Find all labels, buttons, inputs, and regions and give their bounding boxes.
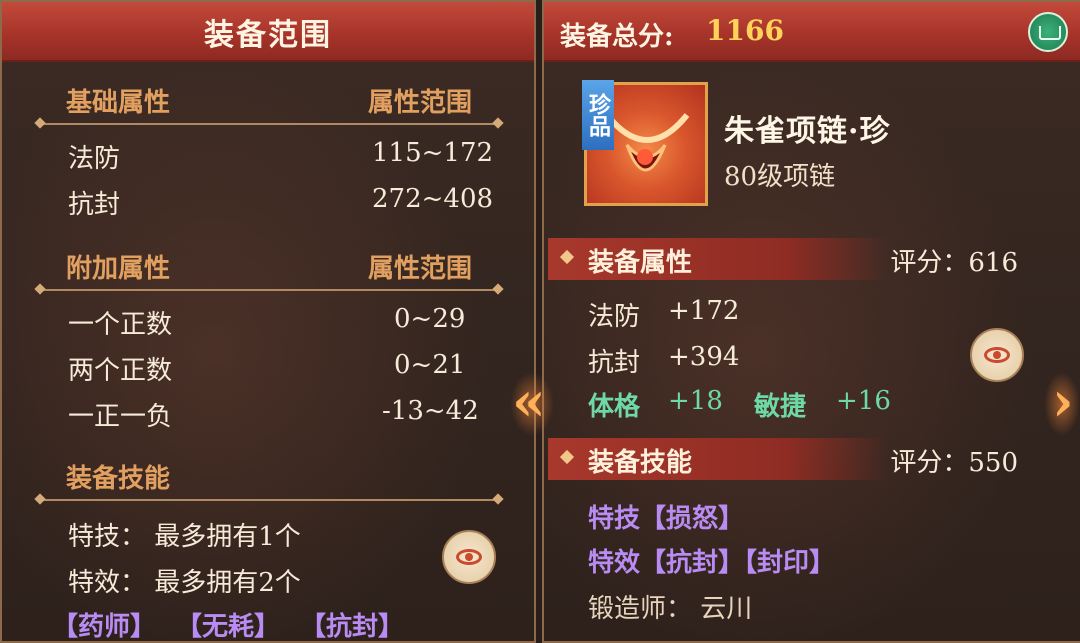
section-band: 装备技能	[548, 438, 888, 480]
section-band: 装备属性	[548, 238, 888, 280]
divider	[38, 499, 500, 501]
extra-range-heading: 属性范围	[368, 254, 473, 284]
diamond-icon	[559, 449, 575, 465]
total-score-value: 1166	[706, 14, 784, 47]
total-score-label: 装备总分:	[560, 22, 674, 52]
attr-range: 0~29	[394, 304, 466, 334]
attr-range: 0~21	[394, 350, 466, 380]
skill-section-title: 装备技能	[588, 448, 693, 478]
box-icon[interactable]	[1028, 12, 1068, 52]
special-skill: 特技【损怒】	[588, 504, 745, 534]
basic-attr-heading: 基础属性	[66, 88, 171, 118]
basic-range-heading: 属性范围	[368, 88, 473, 118]
extra-attr-heading: 附加属性	[66, 254, 171, 284]
attr-section-title: 装备属性	[588, 248, 693, 278]
skill-score: 评分：550	[890, 448, 1018, 478]
attr-label: 两个正数	[68, 356, 173, 386]
attr-range: 115~172	[372, 138, 494, 168]
attr-label: 一正一负	[68, 402, 173, 432]
attr-score: 评分：616	[890, 248, 1018, 278]
attr-label: 抗封	[68, 190, 121, 220]
equipment-range-panel: 装备范围 基础属性 属性范围 法防 115~172 抗封 272~408 附加属…	[0, 0, 536, 643]
attr-label: 法防	[68, 144, 121, 174]
attr-label: 抗封	[588, 348, 641, 378]
special-effect: 特效【抗封】【封印】	[588, 548, 836, 578]
rarity-badge: 珍品	[582, 80, 614, 150]
attr-value: +394	[668, 342, 740, 372]
equipment-detail-panel: 装备总分: 1166 珍品 朱雀项链·珍 80级项链 装备属性 评分：616 法…	[542, 0, 1080, 643]
skill-tag: 【药师】	[52, 612, 157, 642]
attr-label: 一个正数	[68, 310, 173, 340]
skill-tag: 【抗封】	[300, 612, 405, 642]
prev-arrow[interactable]: «	[510, 372, 554, 436]
divider	[38, 123, 500, 125]
attr-value: +172	[668, 296, 740, 326]
item-level-type: 80级项链	[724, 162, 836, 192]
skill-tag: 【无耗】	[176, 612, 281, 642]
bonus-label: 体格	[588, 392, 641, 422]
preview-button[interactable]	[442, 530, 496, 584]
bonus-value: +16	[836, 386, 891, 416]
bonus-value: +18	[668, 386, 723, 416]
next-arrow[interactable]: ›	[1044, 372, 1080, 436]
preview-button[interactable]	[970, 328, 1024, 382]
bonus-label: 敏捷	[754, 392, 807, 422]
panel-header: 装备总分: 1166	[544, 2, 1080, 62]
skill-limit-text: 特技： 最多拥有1个	[68, 522, 301, 552]
panel-title: 装备范围	[204, 18, 332, 53]
smith-name: 锻造师： 云川	[588, 594, 753, 624]
diamond-icon	[559, 249, 575, 265]
divider	[38, 289, 500, 291]
panel-header: 装备范围	[2, 2, 534, 62]
chevron-right-icon: ›	[1052, 369, 1074, 433]
skill-heading: 装备技能	[66, 464, 171, 494]
double-chevron-left-icon: «	[512, 369, 546, 433]
attr-range: 272~408	[372, 184, 494, 214]
attr-range: -13~42	[382, 396, 479, 426]
skill-limit-text: 特效： 最多拥有2个	[68, 568, 301, 598]
attr-label: 法防	[588, 302, 641, 332]
item-name: 朱雀项链·珍	[724, 114, 891, 149]
